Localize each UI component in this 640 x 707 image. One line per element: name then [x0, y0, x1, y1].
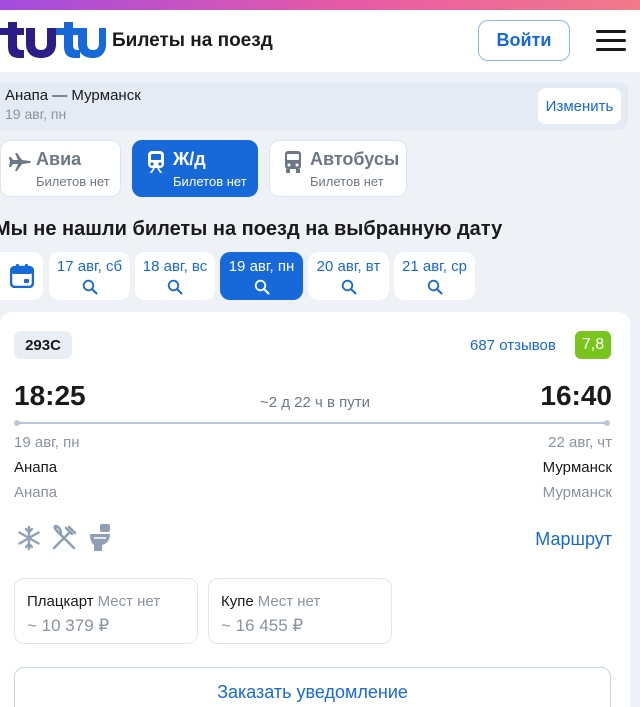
route-link[interactable]: Маршрут [535, 529, 612, 550]
no-tickets-message: Мы не нашли билеты на поезд на выбранную… [0, 218, 503, 240]
tutu-logo[interactable] [0, 22, 106, 58]
search-icon [167, 279, 183, 295]
tab-label: Автобусы [310, 149, 400, 169]
route-line [14, 420, 610, 426]
train-number: 293С [14, 331, 72, 359]
class-name: Купе [221, 593, 254, 610]
tab-bus[interactable]: Автобусы Билетов нет [269, 140, 407, 197]
arrival-station: Мурманск [542, 484, 612, 501]
tab-sub: Билетов нет [173, 174, 247, 189]
date-label: 17 авг, сб [56, 258, 123, 275]
toilet-icon [88, 524, 116, 554]
tab-sub: Билетов нет [36, 174, 110, 189]
arrival-city: Мурманск [542, 459, 612, 476]
search-icon [427, 279, 442, 295]
tab-avia[interactable]: Авиа Билетов нет [0, 140, 121, 197]
fork-knife-icon [50, 524, 78, 554]
tab-label: Авиа [36, 149, 82, 169]
arrival-time: 16:40 [540, 380, 612, 411]
date-chip-19[interactable]: 19 авг, пн [220, 252, 303, 300]
departure-station: Анапа [14, 484, 58, 501]
class-status: Мест нет [257, 593, 321, 610]
date-label: 19 авг, пн [228, 258, 295, 275]
plane-icon [9, 151, 31, 173]
class-price: ~ 10 379 ₽ [27, 616, 110, 635]
class-status: Мест нет [97, 593, 161, 610]
arrival-date: 22 авг, чт [548, 434, 612, 451]
search-icon [254, 279, 269, 295]
snowflake-icon [16, 524, 44, 554]
calendar-button[interactable] [0, 252, 43, 300]
site-title: Билеты на поезд [112, 30, 273, 51]
date-label: 21 авг, ср [402, 258, 467, 275]
bus-icon [282, 151, 304, 173]
search-icon [341, 279, 356, 295]
reviews-link[interactable]: 687 отзывов [470, 337, 556, 354]
date-chip-18[interactable]: 18 авг, вс [135, 252, 215, 300]
route-date: 19 авг, пн [5, 106, 67, 122]
travel-duration: ~2 д 22 ч в пути [259, 394, 371, 411]
date-chip-20[interactable]: 20 авг, вт [308, 252, 389, 300]
calendar-icon [9, 264, 34, 288]
header: Билеты на поезд Войти [0, 10, 640, 72]
tab-label: Ж/д [173, 149, 206, 169]
login-button[interactable]: Войти [478, 20, 570, 61]
search-icon [82, 279, 97, 295]
menu-icon[interactable] [596, 30, 626, 52]
change-button[interactable]: Изменить [538, 88, 621, 124]
class-name: Плацкарт [27, 593, 94, 610]
top-gradient-bar [0, 0, 640, 10]
date-label: 20 авг, вт [316, 258, 381, 275]
train-card: 293С 687 отзывов 7,8 18:25 ~2 д 22 ч в п… [0, 312, 630, 707]
tab-train[interactable]: Ж/д Билетов нет [132, 140, 258, 197]
departure-date: 19 авг, пн [14, 434, 80, 451]
tab-sub: Билетов нет [310, 174, 384, 189]
notify-button[interactable]: Заказать уведомление [14, 667, 611, 707]
route-summary: Анапа — Мурманск 19 авг, пн Изменить [0, 82, 628, 130]
route-title: Анапа — Мурманск [5, 87, 141, 104]
class-platzkart[interactable]: Плацкарт Мест нет ~ 10 379 ₽ [14, 578, 198, 644]
date-label: 18 авг, вс [142, 258, 208, 275]
date-chip-17[interactable]: 17 авг, сб [49, 252, 130, 300]
date-chip-21[interactable]: 21 авг, ср [394, 252, 475, 300]
train-icon [145, 151, 167, 173]
class-price: ~ 16 455 ₽ [221, 616, 304, 635]
class-kupe[interactable]: Купе Мест нет ~ 16 455 ₽ [208, 578, 392, 644]
rating-badge: 7,8 [575, 331, 611, 359]
departure-city: Анапа [14, 459, 58, 476]
